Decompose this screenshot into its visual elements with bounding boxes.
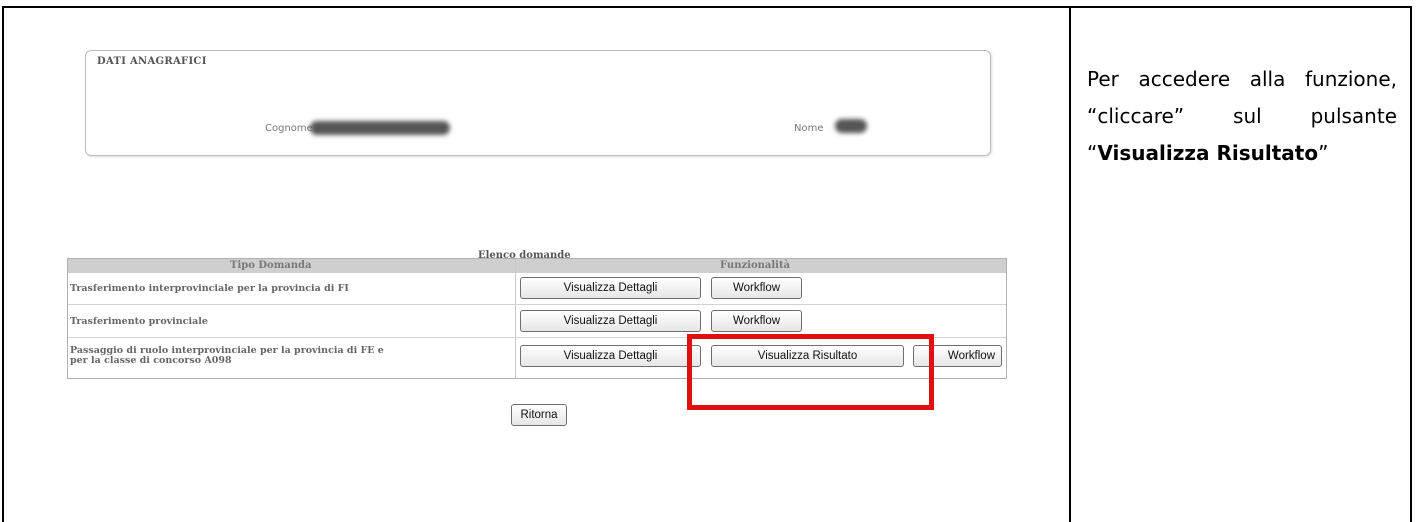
highlight-box [687, 334, 934, 410]
row1-workflow-button[interactable]: Workflow [711, 277, 802, 299]
row1-tipo: Trasferimento interprovinciale per la pr… [70, 283, 349, 294]
instruction-text-after: ” [1318, 141, 1329, 165]
anagrafica-legend: DATI ANAGRAFICI [97, 56, 207, 67]
ritorna-button[interactable]: Ritorna [511, 404, 567, 426]
row-separator [68, 304, 1006, 305]
table-header [68, 259, 1006, 273]
col-header-funzionalita: Funzionalità [720, 260, 791, 271]
row3-tipo: Passaggio di ruolo interprovinciale per … [70, 345, 384, 366]
col-header-tipo: Tipo Domanda [230, 260, 312, 271]
column-separator [515, 259, 516, 378]
column-divider [1069, 6, 1071, 522]
row2-tipo: Trasferimento provinciale [70, 316, 208, 327]
row3-visualizza-dettagli-button[interactable]: Visualizza Dettagli [520, 345, 701, 367]
row2-workflow-button[interactable]: Workflow [711, 310, 802, 332]
nome-value-redacted [835, 119, 867, 133]
instruction-bold: Visualizza Risultato [1097, 141, 1319, 165]
row2-visualizza-dettagli-button[interactable]: Visualizza Dettagli [520, 310, 701, 332]
cognome-value-redacted [310, 121, 450, 135]
nome-label: Nome [794, 123, 824, 134]
row1-visualizza-dettagli-button[interactable]: Visualizza Dettagli [520, 277, 701, 299]
anagrafica-fieldset [85, 50, 991, 156]
cognome-label: Cognome [265, 123, 313, 134]
instruction-text: Per accedere alla funzione, “cliccare” s… [1087, 61, 1397, 172]
